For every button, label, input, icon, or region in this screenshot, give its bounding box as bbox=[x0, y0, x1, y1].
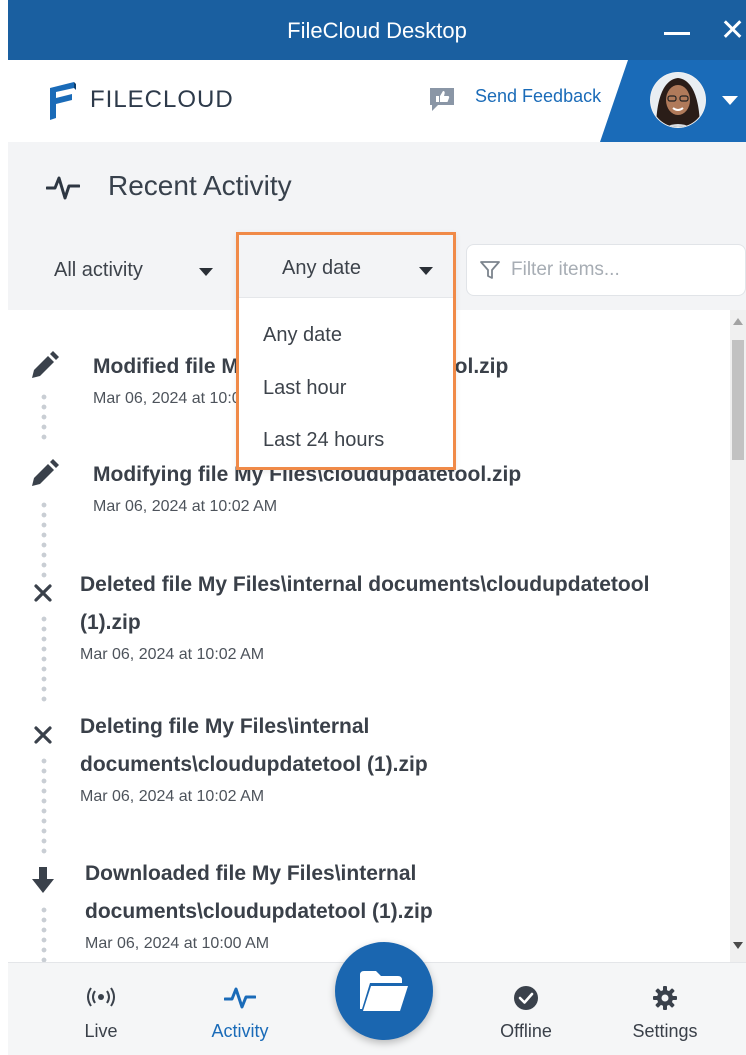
activity-text-line-2: documents\cloudupdatetool (1).zip bbox=[85, 900, 433, 923]
nav-offline-label: Offline bbox=[500, 1021, 552, 1041]
x-icon bbox=[34, 584, 52, 602]
chevron-down-icon bbox=[199, 268, 213, 276]
nav-activity[interactable]: Activity bbox=[185, 963, 295, 1055]
pencil-icon bbox=[32, 459, 59, 486]
scroll-down-icon[interactable] bbox=[733, 942, 743, 949]
scroll-thumb[interactable] bbox=[732, 340, 744, 460]
date-option-last-hour[interactable]: Last hour bbox=[239, 362, 453, 414]
date-option-any-date[interactable]: Any date bbox=[239, 309, 453, 361]
activity-time: Mar 06, 2024 at 10:02 AM bbox=[93, 498, 278, 515]
activity-text-line-2: documents\cloudupdatetool (1).zip bbox=[80, 753, 428, 776]
scroll-up-icon[interactable] bbox=[733, 318, 743, 325]
timeline-dots bbox=[41, 392, 47, 442]
date-range-dropdown[interactable]: Any date Any date Last hour Last 24 hour… bbox=[236, 232, 456, 470]
activity-text: Deleted file My Files\internal documents… bbox=[80, 573, 650, 596]
open-folder-button[interactable] bbox=[335, 942, 433, 1040]
minimize-icon[interactable] bbox=[664, 32, 690, 35]
timeline-dots bbox=[41, 500, 47, 580]
nav-activity-label: Activity bbox=[211, 1021, 269, 1041]
filter-items-input-wrapper bbox=[466, 244, 746, 296]
user-menu[interactable] bbox=[600, 60, 746, 142]
activity-type-select[interactable]: All activity bbox=[54, 248, 224, 292]
download-arrow-icon bbox=[32, 867, 54, 893]
timeline-dots bbox=[41, 905, 47, 962]
nav-live-label: Live bbox=[84, 1021, 118, 1041]
check-circle-icon bbox=[471, 985, 581, 1011]
nav-offline[interactable]: Offline bbox=[471, 963, 581, 1055]
nav-settings-label: Settings bbox=[632, 1021, 698, 1041]
activity-text: Deleting file My Files\internal bbox=[80, 715, 370, 738]
gear-icon bbox=[610, 985, 720, 1011]
activity-pulse-icon bbox=[46, 176, 80, 200]
funnel-icon bbox=[480, 261, 500, 279]
app-header: FILECLOUD Send Feedback bbox=[8, 60, 746, 143]
nav-live[interactable]: Live bbox=[46, 963, 156, 1055]
activity-time: Mar 06, 2024 at 10:02 AM bbox=[80, 646, 265, 663]
scrollbar[interactable] bbox=[730, 310, 746, 962]
page-title: Recent Activity bbox=[108, 170, 292, 201]
thumbs-up-chat-icon bbox=[430, 88, 454, 111]
timeline-dots bbox=[41, 614, 47, 704]
activity-text-line-2: (1).zip bbox=[80, 611, 141, 634]
filecloud-logo-icon bbox=[50, 82, 76, 120]
activity-type-label: All activity bbox=[54, 259, 143, 281]
x-icon bbox=[34, 726, 52, 744]
date-range-select[interactable]: Any date bbox=[239, 235, 453, 298]
title-bar: FileCloud Desktop ✕ bbox=[8, 0, 746, 60]
close-icon[interactable]: ✕ bbox=[720, 16, 745, 46]
logo-text: FILECLOUD bbox=[90, 86, 234, 113]
open-folder-icon bbox=[360, 971, 408, 1011]
activity-time: Mar 06, 2024 at 10:00 AM bbox=[85, 935, 270, 952]
pencil-icon bbox=[32, 351, 59, 378]
chevron-down-icon bbox=[722, 96, 738, 105]
app-window: FileCloud Desktop ✕ FILECLOUD Send Feedb… bbox=[0, 0, 746, 1055]
date-option-last-24-hours[interactable]: Last 24 hours bbox=[239, 414, 453, 466]
send-feedback-label: Send Feedback bbox=[475, 86, 602, 106]
chevron-down-icon bbox=[419, 267, 433, 275]
activity-text: Downloaded file My Files\internal bbox=[85, 862, 417, 885]
filter-items-input[interactable] bbox=[509, 245, 733, 295]
window-title: FileCloud Desktop bbox=[287, 18, 467, 43]
date-range-label: Any date bbox=[282, 257, 361, 279]
timeline-dots bbox=[41, 756, 47, 856]
activity-time: Mar 06, 2024 at 10:02 AM bbox=[80, 788, 265, 805]
broadcast-icon bbox=[46, 985, 156, 1011]
section-header: Recent Activity bbox=[8, 142, 746, 231]
nav-settings[interactable]: Settings bbox=[610, 963, 720, 1055]
activity-pulse-icon bbox=[185, 985, 295, 1011]
